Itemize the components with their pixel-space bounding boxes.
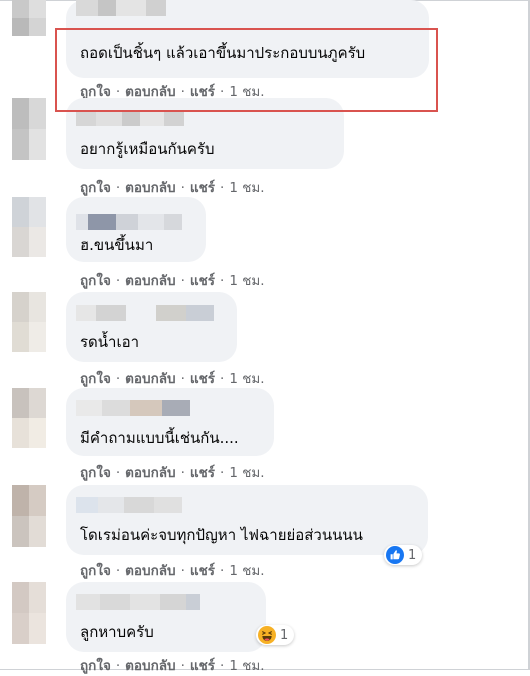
commenter-name[interactable] [76,400,190,416]
like-button[interactable]: ถูกใจ [80,465,111,481]
comment-bubble: อยากรู้เหมือนกันครับ [66,98,344,169]
share-button[interactable]: แชร์ [190,465,215,481]
share-button[interactable]: แชร์ [190,563,215,579]
reaction-count: 1 [280,627,289,643]
reaction-summary[interactable]: 1 [256,625,295,645]
comment-bubble: โดเรม่อนค่ะจบทุกปัญหา ไฟฉายย่อส่วนนนน [66,485,428,555]
comment: ถอดเป็นชิ้นๆ แล้วเอาขึ้นมาประกอบบนภูครับ… [0,0,528,100]
comment-timestamp[interactable]: 1 ชม. [229,658,264,674]
like-button[interactable]: ถูกใจ [80,371,111,387]
avatar[interactable] [12,292,46,352]
comment-timestamp[interactable]: 1 ชม. [229,563,264,579]
comment-timestamp[interactable]: 1 ชม. [229,465,264,481]
comment-text: โดเรม่อนค่ะจบทุกปัญหา ไฟฉายย่อส่วนนนน [80,526,363,544]
reaction-count: 1 [408,547,417,563]
comment-timestamp[interactable]: 1 ชม. [229,371,264,387]
comment: ฮ.ขนขึ้นมา ถูกใจ · ตอบกลับ · แชร์ · 1 ชม. [0,197,528,297]
avatar[interactable] [12,485,46,547]
comment-bubble: ลูกหาบครับ [66,582,266,652]
reply-button[interactable]: ตอบกลับ [125,658,175,674]
comment: ลูกหาบครับ 1 ถูกใจ · ตอบกลับ · แชร์ · 1 ชม. [0,582,528,674]
like-button[interactable]: ถูกใจ [80,563,111,579]
like-reaction-icon [386,546,404,564]
like-button[interactable]: ถูกใจ [80,273,111,289]
like-button[interactable]: ถูกใจ [80,658,111,674]
comment-text: ลูกหาบครับ [80,623,154,641]
comment-text: ฮ.ขนขึ้นมา [80,236,154,254]
comment: รดน้ำเอา ถูกใจ · ตอบกลับ · แชร์ · 1 ชม. [0,292,528,392]
comment-bubble: ถอดเป็นชิ้นๆ แล้วเอาขึ้นมาประกอบบนภูครับ [66,0,429,78]
commenter-name[interactable] [76,214,182,230]
commenter-name[interactable] [76,497,182,513]
comment-bubble: รดน้ำเอา [66,292,237,362]
comment-actions: ถูกใจ · ตอบกลับ · แชร์ · 1 ชม. [80,658,265,674]
comment: โดเรม่อนค่ะจบทุกปัญหา ไฟฉายย่อส่วนนนน 1 … [0,485,528,585]
share-button[interactable]: แชร์ [190,273,215,289]
commenter-name[interactable] [76,305,214,321]
comment-timestamp[interactable]: 1 ชม. [229,273,264,289]
reply-button[interactable]: ตอบกลับ [125,563,175,579]
comment: มีคำถามแบบนี้เช่นกัน.... ถูกใจ · ตอบกลับ · แ… [0,388,528,488]
commenter-name[interactable] [76,0,166,16]
haha-reaction-icon [258,626,276,644]
avatar[interactable] [12,98,46,160]
share-button[interactable]: แชร์ [190,371,215,387]
comment-actions: ถูกใจ · ตอบกลับ · แชร์ · 1 ชม. [80,371,265,387]
reply-button[interactable]: ตอบกลับ [125,180,175,196]
share-button[interactable]: แชร์ [190,658,215,674]
reply-button[interactable]: ตอบกลับ [125,273,175,289]
comment-text: มีคำถามแบบนี้เช่นกัน.... [80,429,239,447]
share-button[interactable]: แชร์ [190,180,215,196]
avatar[interactable] [12,0,46,36]
comment-text: อยากรู้เหมือนกันครับ [80,140,215,158]
reply-button[interactable]: ตอบกลับ [125,465,175,481]
comment-text: ถอดเป็นชิ้นๆ แล้วเอาขึ้นมาประกอบบนภูครับ [80,44,366,62]
commenter-name[interactable] [76,110,184,126]
comment-actions: ถูกใจ · ตอบกลับ · แชร์ · 1 ชม. [80,273,265,289]
comment-text: รดน้ำเอา [80,333,140,351]
avatar[interactable] [12,388,46,448]
comment-timestamp[interactable]: 1 ชม. [229,180,264,196]
avatar[interactable] [12,197,46,257]
comment: อยากรู้เหมือนกันครับ ถูกใจ · ตอบกลับ · แชร์ ·… [0,98,528,198]
comment-actions: ถูกใจ · ตอบกลับ · แชร์ · 1 ชม. [80,465,265,481]
like-button[interactable]: ถูกใจ [80,180,111,196]
reply-button[interactable]: ตอบกลับ [125,371,175,387]
commenter-name[interactable] [76,594,200,610]
comment-actions: ถูกใจ · ตอบกลับ · แชร์ · 1 ชม. [80,180,265,196]
avatar[interactable] [12,582,46,644]
reaction-summary[interactable]: 1 [384,545,423,565]
comment-bubble: ฮ.ขนขึ้นมา [66,197,206,262]
comment-bubble: มีคำถามแบบนี้เช่นกัน.... [66,388,274,456]
comment-actions: ถูกใจ · ตอบกลับ · แชร์ · 1 ชม. [80,563,265,579]
